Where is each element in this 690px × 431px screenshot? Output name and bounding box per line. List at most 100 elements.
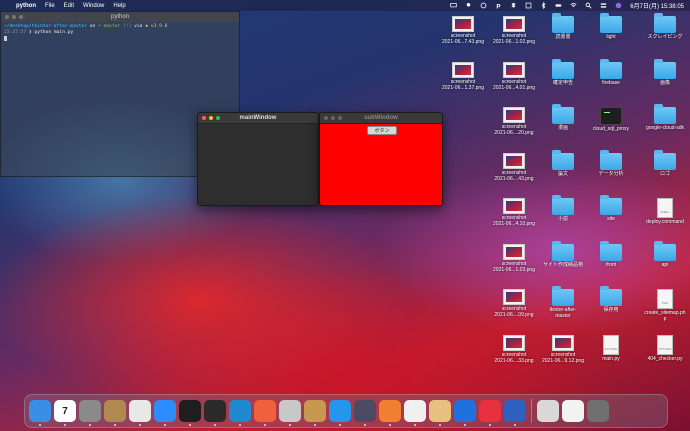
dock-running-indicator bbox=[64, 424, 66, 426]
desktop-icon-folder[interactable]: 読書書 bbox=[538, 13, 588, 40]
folder-icon bbox=[600, 149, 622, 170]
desktop-icon-folder[interactable]: 確定申告 bbox=[538, 58, 588, 86]
shot-icon bbox=[503, 61, 525, 78]
terminal-body[interactable]: ~/desktop/tkinter-after-master on ⑂ mast… bbox=[1, 22, 239, 45]
dock-trash-icon[interactable] bbox=[587, 400, 609, 422]
prompt-via: via bbox=[134, 24, 143, 29]
desktop-icon-shot[interactable]: screenshot 2021-06...9.12.png bbox=[538, 334, 588, 364]
dock-archive-utility-icon[interactable] bbox=[304, 400, 326, 426]
desktop-icon-doc[interactable]: PYTHON main.py bbox=[586, 334, 636, 362]
dock-terminal-2-icon[interactable] bbox=[204, 400, 226, 426]
dock-docker-icon[interactable] bbox=[329, 400, 351, 426]
desktop-icon-label: screenshot 2021-06...1.37.png bbox=[442, 78, 484, 91]
dock-script-editor-icon[interactable] bbox=[104, 400, 126, 426]
main-window-titlebar[interactable]: mainWindow bbox=[198, 113, 318, 124]
menu-window[interactable]: Window bbox=[83, 3, 104, 9]
dock-image-viewer-icon[interactable] bbox=[537, 400, 559, 422]
dock-infinity-icon[interactable] bbox=[454, 400, 476, 426]
dock-postgres-app-icon[interactable] bbox=[404, 400, 426, 426]
menu-file[interactable]: File bbox=[45, 3, 55, 9]
dock-grid-app-icon[interactable] bbox=[504, 400, 526, 426]
dropbox-icon[interactable] bbox=[510, 2, 517, 9]
desktop-icon-folder[interactable]: 画像 bbox=[640, 58, 690, 86]
desktop-icon-shot[interactable]: screenshot 2021-06...1.03.png bbox=[489, 243, 539, 273]
wifi-icon[interactable] bbox=[570, 2, 577, 9]
desktop-icon-label: screenshot 2021-06...1.02.png bbox=[493, 33, 535, 45]
dock-document-icon[interactable] bbox=[562, 400, 584, 422]
desktop-icon-folder[interactable]: 漫画 bbox=[538, 104, 588, 131]
main-window[interactable]: mainWindow bbox=[197, 112, 319, 206]
dock-quicktime-icon[interactable] bbox=[354, 400, 376, 426]
dock-timer-icon[interactable] bbox=[479, 400, 501, 426]
dock-preview-icon[interactable] bbox=[429, 400, 451, 426]
dock-swift-playgrounds-icon[interactable] bbox=[254, 400, 276, 426]
desktop-icon-shot[interactable]: screenshot 2021-06....43.png bbox=[489, 152, 539, 182]
desktop-icon-folder[interactable]: 小説 bbox=[538, 195, 588, 222]
desktop-icon-shot[interactable]: screenshot 2021-06....33.png bbox=[489, 334, 539, 364]
dock-running-indicator bbox=[414, 424, 416, 426]
p-icon[interactable]: P bbox=[495, 2, 502, 9]
desktop-icon-shot[interactable]: screenshot 2021-06....20.png bbox=[489, 107, 539, 136]
menu-edit[interactable]: Edit bbox=[64, 3, 74, 9]
box-icon[interactable] bbox=[525, 2, 532, 9]
desktop-icon-shot[interactable]: screenshot 2021-06...4.10.png bbox=[489, 198, 539, 227]
dock-vscode-icon[interactable] bbox=[229, 400, 251, 426]
desktop-icon-folder[interactable]: 保存用 bbox=[586, 286, 636, 313]
desktop-icon-folder[interactable]: ロゴ bbox=[640, 149, 690, 177]
desktop-icon-shot[interactable]: screenshot 2021-06...7.43.png bbox=[438, 16, 488, 45]
dock-sourcetree-icon[interactable] bbox=[379, 400, 401, 426]
desktop-icon-folder[interactable]: front bbox=[586, 240, 636, 268]
main-window-title: mainWindow bbox=[239, 115, 277, 121]
folder-icon bbox=[552, 195, 574, 215]
desktop-icon-folder[interactable]: google-cloud-sdk bbox=[640, 104, 690, 131]
sync-icon[interactable] bbox=[480, 2, 487, 9]
desktop-icon-folder[interactable]: サイト作成納品物 bbox=[538, 240, 588, 268]
desktop-icon-folder[interactable]: データ分析 bbox=[586, 149, 636, 177]
prompt-time: 15:37:57 bbox=[4, 30, 27, 35]
dock-zoom-icon[interactable] bbox=[154, 400, 176, 426]
desktop-icon-shot[interactable]: screenshot 2021-06...1.37.png bbox=[438, 61, 488, 91]
desktop-icon-shot[interactable]: screenshot 2021-06...4.01.png bbox=[489, 61, 539, 91]
desktop-icon-label: cloud_sql_proxy bbox=[592, 126, 630, 132]
siri-icon[interactable] bbox=[615, 2, 622, 9]
menu-help[interactable]: Help bbox=[113, 3, 125, 9]
menubar-clock[interactable]: 6月7日(月) 15:38:05 bbox=[630, 1, 684, 10]
dock-sequel-icon[interactable] bbox=[279, 400, 301, 426]
desktop-icon-label: create_sitemap.ph p bbox=[644, 310, 686, 322]
airplay-icon[interactable] bbox=[450, 2, 457, 9]
desktop-icon-label: 確定申告 bbox=[552, 79, 573, 86]
sub-window[interactable]: subWindow ボタン bbox=[319, 112, 443, 206]
sub-window-titlebar[interactable]: subWindow bbox=[320, 113, 442, 124]
control-center-icon[interactable] bbox=[600, 2, 607, 9]
desktop-icon-folder[interactable]: 論文 bbox=[538, 149, 588, 177]
desktop-icon-folder[interactable]: site bbox=[586, 195, 636, 222]
desktop-icon-label: main.py bbox=[602, 355, 620, 362]
desktop-icon-term[interactable]: cloud_sql_proxy bbox=[586, 107, 636, 132]
desktop-icon-folder[interactable]: tkinter-after-master bbox=[538, 286, 588, 319]
dock-finder-icon[interactable] bbox=[29, 400, 51, 426]
shot-icon bbox=[503, 107, 525, 123]
desktop-icon-doc[interactable]: PHP create_sitemap.ph p bbox=[640, 289, 690, 322]
menu-app-name[interactable]: python bbox=[16, 3, 36, 9]
desktop-icon-shot[interactable]: screenshot 2021-06...1.02.png bbox=[489, 16, 539, 45]
desktop-icon-doc[interactable]: PYTHON 404_checker.py bbox=[640, 334, 690, 362]
spotlight-search-icon[interactable] bbox=[585, 2, 592, 9]
terminal-titlebar[interactable]: python bbox=[1, 12, 239, 22]
terminal-cursor bbox=[4, 36, 7, 41]
desktop-icon-doc[interactable]: SHELL deploy.command bbox=[640, 198, 690, 225]
battery-icon[interactable] bbox=[555, 2, 562, 9]
contacts-icon[interactable] bbox=[465, 2, 472, 9]
dock-calendar-icon[interactable]: 7 bbox=[54, 400, 76, 426]
desktop-icon-folder[interactable]: firebase bbox=[586, 58, 636, 86]
bluetooth-icon[interactable] bbox=[540, 2, 547, 9]
sub-window-button[interactable]: ボタン bbox=[367, 126, 397, 135]
dock-terminal-icon[interactable] bbox=[179, 400, 201, 426]
folder-icon bbox=[552, 149, 574, 170]
dock-running-indicator bbox=[489, 424, 491, 426]
desktop-icon-folder[interactable]: light bbox=[586, 13, 636, 40]
dock-system-preferences-icon[interactable] bbox=[79, 400, 101, 426]
desktop-icon-shot[interactable]: screenshot 2021-06....09.png bbox=[489, 289, 539, 318]
desktop-icon-folder[interactable]: api bbox=[640, 240, 690, 268]
dock-chrome-icon[interactable] bbox=[129, 400, 151, 426]
desktop-icon-folder[interactable]: スクレイピング bbox=[640, 13, 690, 40]
